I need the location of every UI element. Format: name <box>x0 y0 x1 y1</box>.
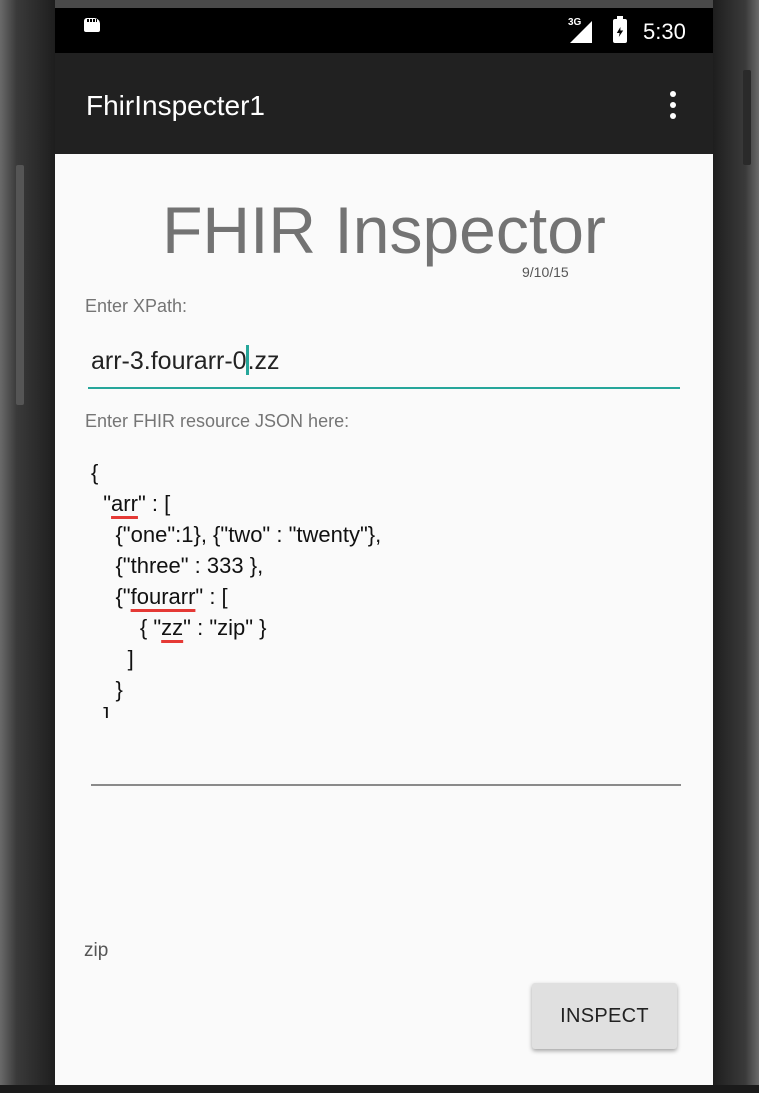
status-bar: 3G 5:30 <box>55 8 713 53</box>
date-label: 9/10/15 <box>522 264 569 280</box>
inspect-button[interactable]: INSPECT <box>532 983 677 1049</box>
spellcheck-word: zz <box>161 615 184 640</box>
json-line-partial: ] <box>91 705 110 718</box>
phone-screen: 3G 5:30 FhirInspecter1 FHIR Inspector 9/… <box>55 8 713 1085</box>
volume-button <box>16 165 24 405</box>
json-line: {"three" : 333 }, <box>91 553 264 578</box>
phone-bezel-left <box>0 0 55 1093</box>
json-line: { <box>91 460 99 485</box>
json-line: "arr" : [ <box>91 491 171 516</box>
battery-charging-icon <box>613 16 627 43</box>
xpath-value-after-caret: .zz <box>247 347 280 375</box>
xpath-value-before-caret: arr-3.fourarr-0 <box>91 347 247 375</box>
xpath-label: Enter XPath: <box>85 296 188 316</box>
json-input[interactable]: { "arr" : [ {"one":1}, {"two" : "twenty"… <box>91 457 681 787</box>
power-button <box>743 70 751 165</box>
json-line: ] <box>91 646 134 671</box>
json-line: { "zz" : "zip" } <box>91 615 267 640</box>
xpath-input-underline <box>88 387 680 389</box>
main-content: FHIR Inspector 9/10/15 Enter XPath: arr-… <box>55 154 713 1085</box>
json-line: {"one":1}, {"two" : "twenty"}, <box>91 522 382 547</box>
app-bar: FhirInspecter1 <box>55 53 713 154</box>
phone-bezel-bottom <box>0 1085 759 1093</box>
spellcheck-word: fourarr <box>130 584 196 609</box>
json-label: Enter FHIR resource JSON here: <box>85 411 350 431</box>
page-heading: FHIR Inspector <box>162 193 606 267</box>
status-clock: 5:30 <box>643 19 686 44</box>
app-title: FhirInspecter1 <box>86 90 265 121</box>
json-line: } <box>91 677 123 702</box>
phone-bezel-right <box>713 0 759 1093</box>
signal-label: 3G <box>568 17 582 28</box>
result-text: zip <box>84 940 109 961</box>
spellcheck-word: arr <box>111 491 138 516</box>
sd-card-icon <box>84 18 100 32</box>
json-input-underline <box>91 784 681 786</box>
xpath-input[interactable]: arr-3.fourarr-0.zz <box>88 339 680 385</box>
json-line: {"fourarr" : [ <box>91 584 228 609</box>
overflow-menu-icon[interactable] <box>655 87 691 123</box>
